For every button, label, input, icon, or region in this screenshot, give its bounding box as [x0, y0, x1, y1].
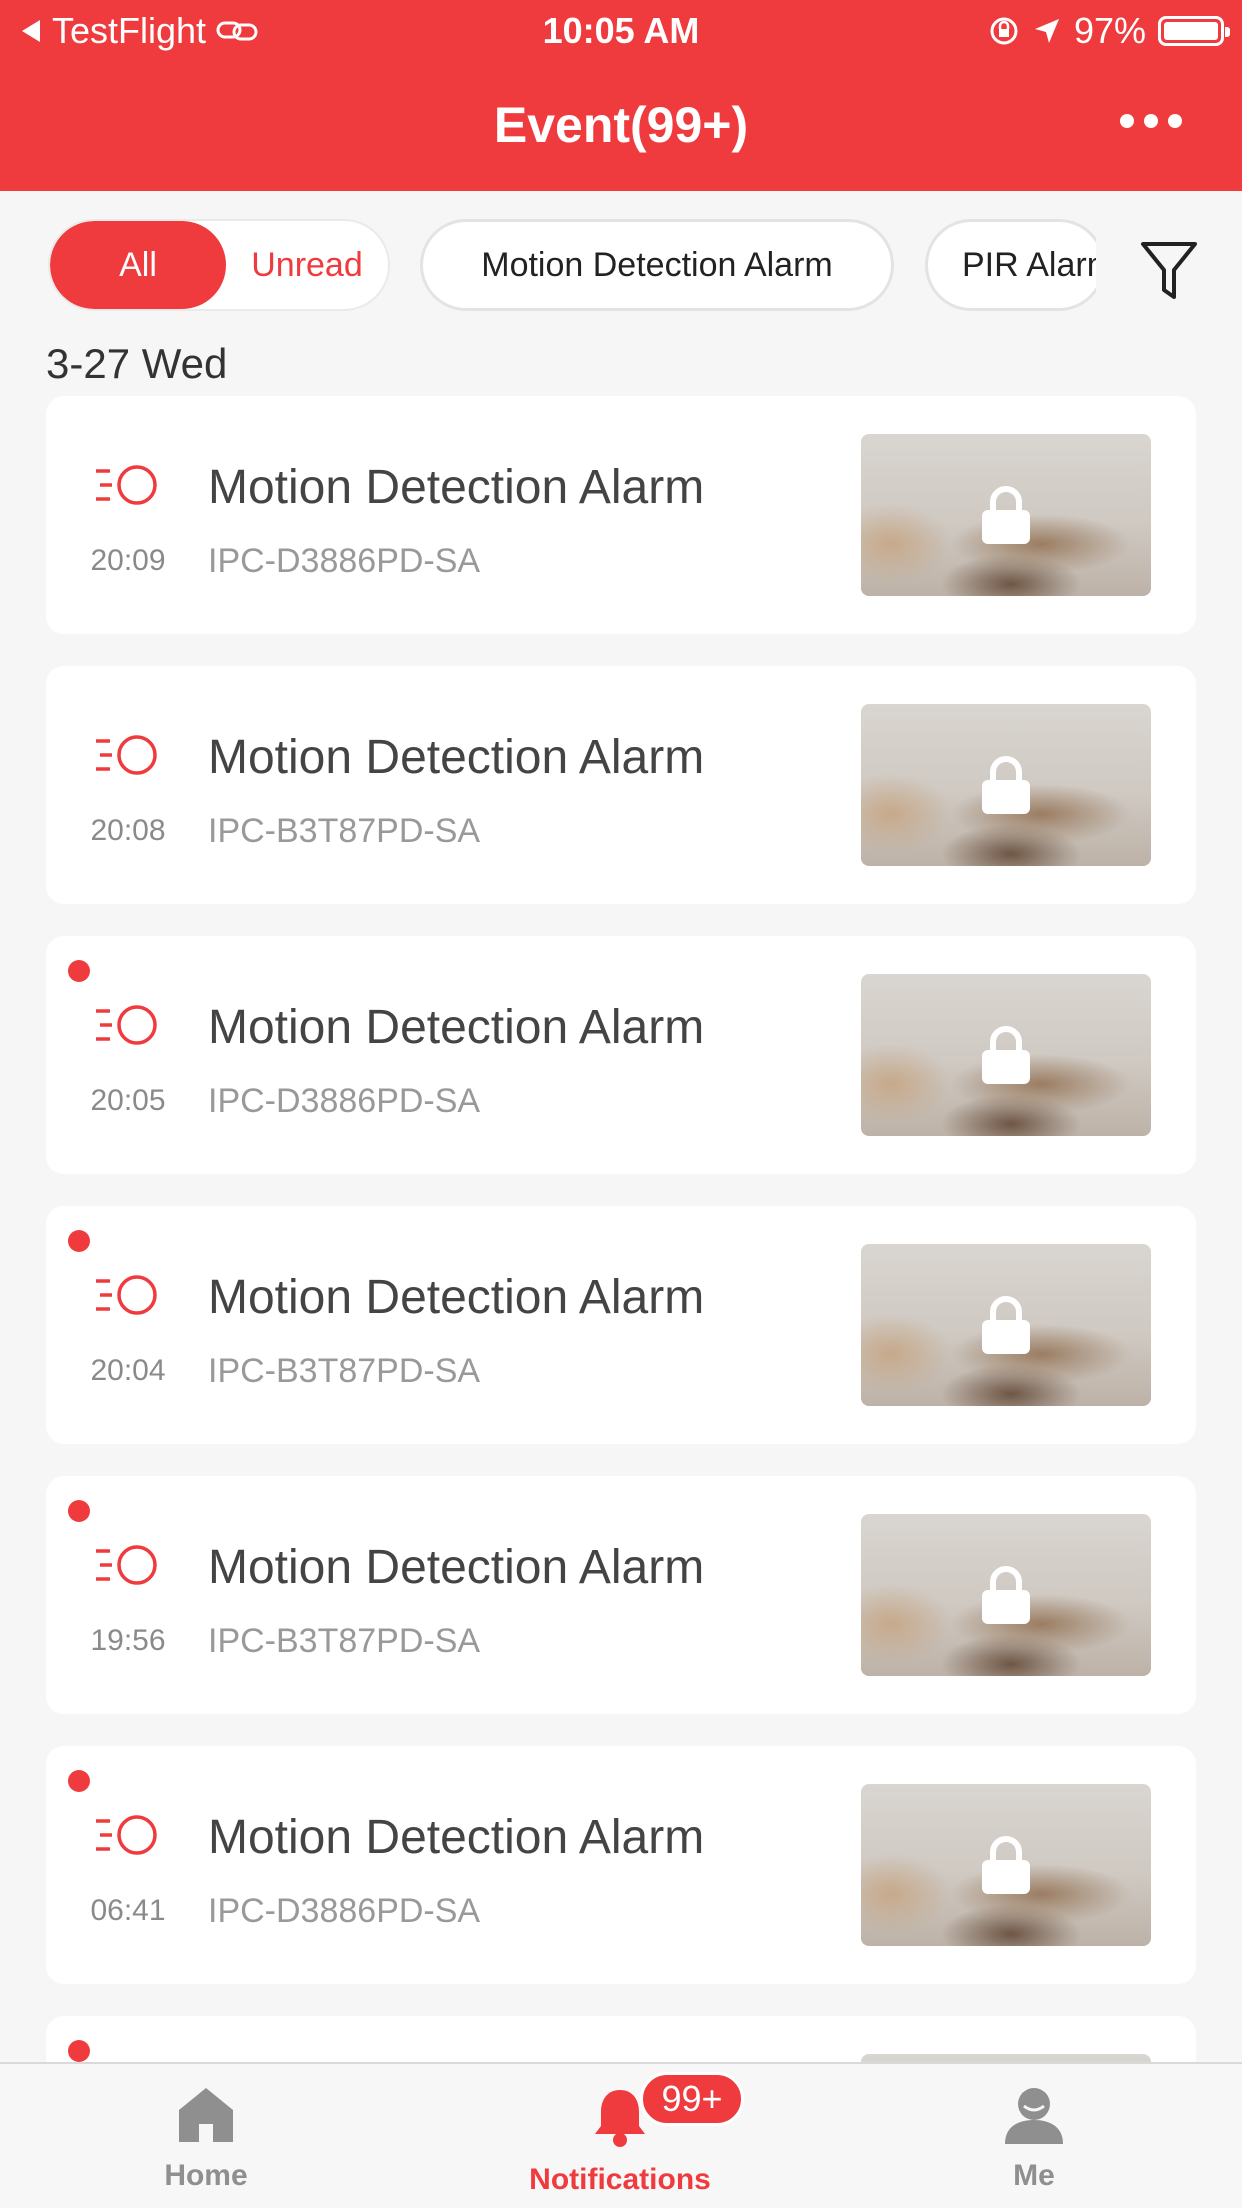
- filter-icon: [1141, 242, 1197, 299]
- lock-icon: [982, 1836, 1030, 1894]
- event-title: Motion Detection Alarm: [208, 1541, 705, 1594]
- event-device: IPC-D3886PD-SA: [208, 1892, 481, 1930]
- event-title: Motion Detection Alarm: [208, 731, 705, 784]
- location-icon: [1034, 19, 1059, 43]
- event-title: Motion Detection Alarm: [208, 1811, 705, 1864]
- event-time: 19:56: [90, 1624, 166, 1657]
- tab-home[interactable]: Home: [96, 2084, 316, 2193]
- event-device: IPC-B3T87PD-SA: [208, 1352, 481, 1390]
- event-time: 20:08: [90, 814, 166, 847]
- event-device: IPC-B3T87PD-SA: [208, 812, 481, 850]
- motion-event-icon: [96, 1815, 157, 1855]
- event-time: 20:09: [90, 544, 166, 577]
- lock-icon: [982, 756, 1030, 814]
- event-card[interactable]: Motion Detection Alarm 06:41 IPC-D3886PD…: [46, 1746, 1196, 1984]
- motion-event-icon: [96, 735, 157, 775]
- event-card[interactable]: Motion Detection Alarm 19:56 IPC-B3T87PD…: [46, 1476, 1196, 1714]
- unread-dot: [68, 2040, 90, 2062]
- filter-button[interactable]: [1096, 231, 1242, 311]
- more-icon[interactable]: [1120, 114, 1182, 128]
- event-thumbnail[interactable]: [861, 2054, 1151, 2062]
- event-device: IPC-D3886PD-SA: [208, 542, 481, 580]
- rotation-lock-icon: [990, 17, 1018, 45]
- filter-unread-button[interactable]: Unread: [226, 221, 388, 309]
- event-time: 06:41: [90, 1894, 166, 1927]
- event-thumbnail[interactable]: [861, 1784, 1151, 1946]
- motion-event-icon: [96, 1545, 157, 1585]
- event-thumbnail[interactable]: [861, 434, 1151, 596]
- unread-dot: [68, 1500, 90, 1522]
- event-card[interactable]: Motion Detection Alarm 20:04 IPC-B3T87PD…: [46, 1206, 1196, 1444]
- tab-me-label: Me: [1013, 2159, 1055, 2192]
- unread-dot: [68, 1230, 90, 1252]
- filter-bar: All Unread Motion Detection Alarm PIR Al…: [0, 191, 1242, 341]
- event-title: Motion Detection Alarm: [208, 461, 705, 514]
- unread-dot: [68, 960, 90, 982]
- event-thumbnail[interactable]: [861, 704, 1151, 866]
- battery-percent: 97%: [1073, 10, 1146, 51]
- event-device: IPC-D3886PD-SA: [208, 1082, 481, 1120]
- event-device: IPC-B3T87PD-SA: [208, 1622, 481, 1660]
- event-title: Motion Detection Alarm: [208, 1001, 705, 1054]
- unread-dot: [68, 1770, 90, 1792]
- chip-pir-alarm[interactable]: PIR Alarm: [925, 219, 1105, 311]
- read-state-toggle: All Unread: [48, 219, 390, 311]
- chip-motion-detection[interactable]: Motion Detection Alarm: [420, 219, 894, 311]
- event-title: Motion Detection Alarm: [208, 1271, 705, 1324]
- tab-notifications-label: Notifications: [529, 2163, 711, 2196]
- event-card[interactable]: [46, 2016, 1196, 2062]
- tab-bar: Home Notifications Me: [0, 2062, 1242, 2208]
- motion-event-icon: [96, 1005, 157, 1045]
- tab-me[interactable]: Me: [924, 2084, 1144, 2193]
- date-header: 3-27 Wed: [46, 340, 228, 387]
- lock-icon: [982, 1026, 1030, 1084]
- event-thumbnail[interactable]: [861, 1514, 1151, 1676]
- event-card[interactable]: Motion Detection Alarm 20:08 IPC-B3T87PD…: [46, 666, 1196, 904]
- tab-home-label: Home: [164, 2159, 248, 2192]
- event-thumbnail[interactable]: [861, 974, 1151, 1136]
- lock-icon: [982, 486, 1030, 544]
- event-thumbnail[interactable]: [861, 1244, 1151, 1406]
- event-card[interactable]: Motion Detection Alarm 20:09 IPC-D3886PD…: [46, 396, 1196, 634]
- motion-event-icon: [96, 465, 157, 505]
- page-title: Event(99+): [493, 97, 749, 153]
- filter-all-button[interactable]: All: [50, 221, 226, 309]
- event-time: 20:05: [90, 1084, 166, 1117]
- person-icon: [1005, 2088, 1063, 2144]
- status-indicators: 97%: [988, 10, 1230, 52]
- app-header: TestFlight 10:05 AM 97% Event(99+): [0, 0, 1242, 191]
- motion-event-icon: [96, 1275, 157, 1315]
- home-icon: [179, 2088, 233, 2142]
- event-time: 20:04: [90, 1354, 166, 1387]
- lock-icon: [982, 1566, 1030, 1624]
- notifications-badge: 99+: [640, 2072, 744, 2126]
- lock-icon: [982, 1296, 1030, 1354]
- status-bar: TestFlight 10:05 AM 97%: [0, 0, 1242, 62]
- battery-icon: [1158, 16, 1230, 46]
- event-card[interactable]: Motion Detection Alarm 20:05 IPC-D3886PD…: [46, 936, 1196, 1174]
- event-list[interactable]: Motion Detection Alarm 20:09 IPC-D3886PD…: [0, 396, 1242, 2062]
